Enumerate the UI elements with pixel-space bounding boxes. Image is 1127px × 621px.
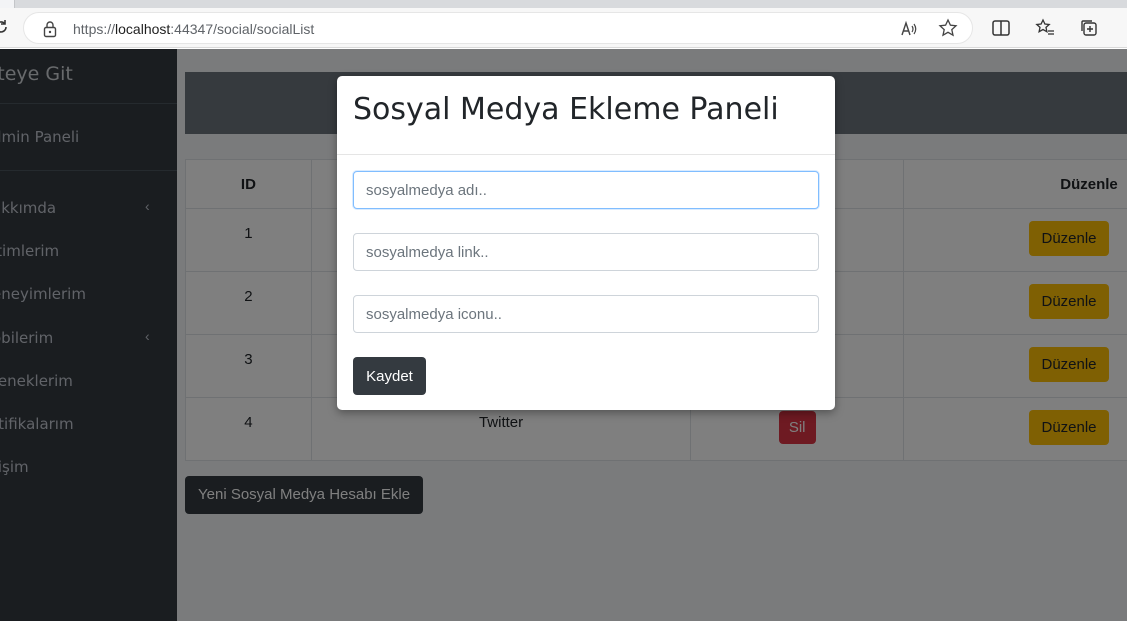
modal-title: Sosyal Medya Ekleme Paneli [353,92,779,127]
social-media-icon-input[interactable] [353,295,819,333]
split-screen-icon[interactable] [991,18,1011,38]
favorite-star-icon[interactable] [938,18,958,38]
divider [337,154,835,155]
social-media-link-input[interactable] [353,233,819,271]
read-aloud-icon[interactable] [900,20,918,38]
favorites-icon[interactable] [1035,18,1055,38]
browser-tab-strip [0,0,1127,8]
browser-tab[interactable] [0,0,15,8]
url-path: :44347/social/socialList [170,21,315,37]
url-host: localhost [115,21,171,37]
lock-icon[interactable] [42,20,58,38]
browser-toolbar: https://localhost:44347/social/socialLis… [0,8,1127,48]
social-media-name-input[interactable] [353,171,819,209]
add-social-media-modal: Sosyal Medya Ekleme Paneli Kaydet [337,76,835,410]
address-bar[interactable]: https://localhost:44347/social/socialLis… [23,12,973,44]
reload-icon[interactable] [0,18,10,36]
url-text[interactable]: https://localhost:44347/social/socialLis… [73,21,314,37]
save-button[interactable]: Kaydet [353,357,426,395]
collections-icon[interactable] [1079,18,1099,38]
url-prefix: https:// [73,21,116,37]
